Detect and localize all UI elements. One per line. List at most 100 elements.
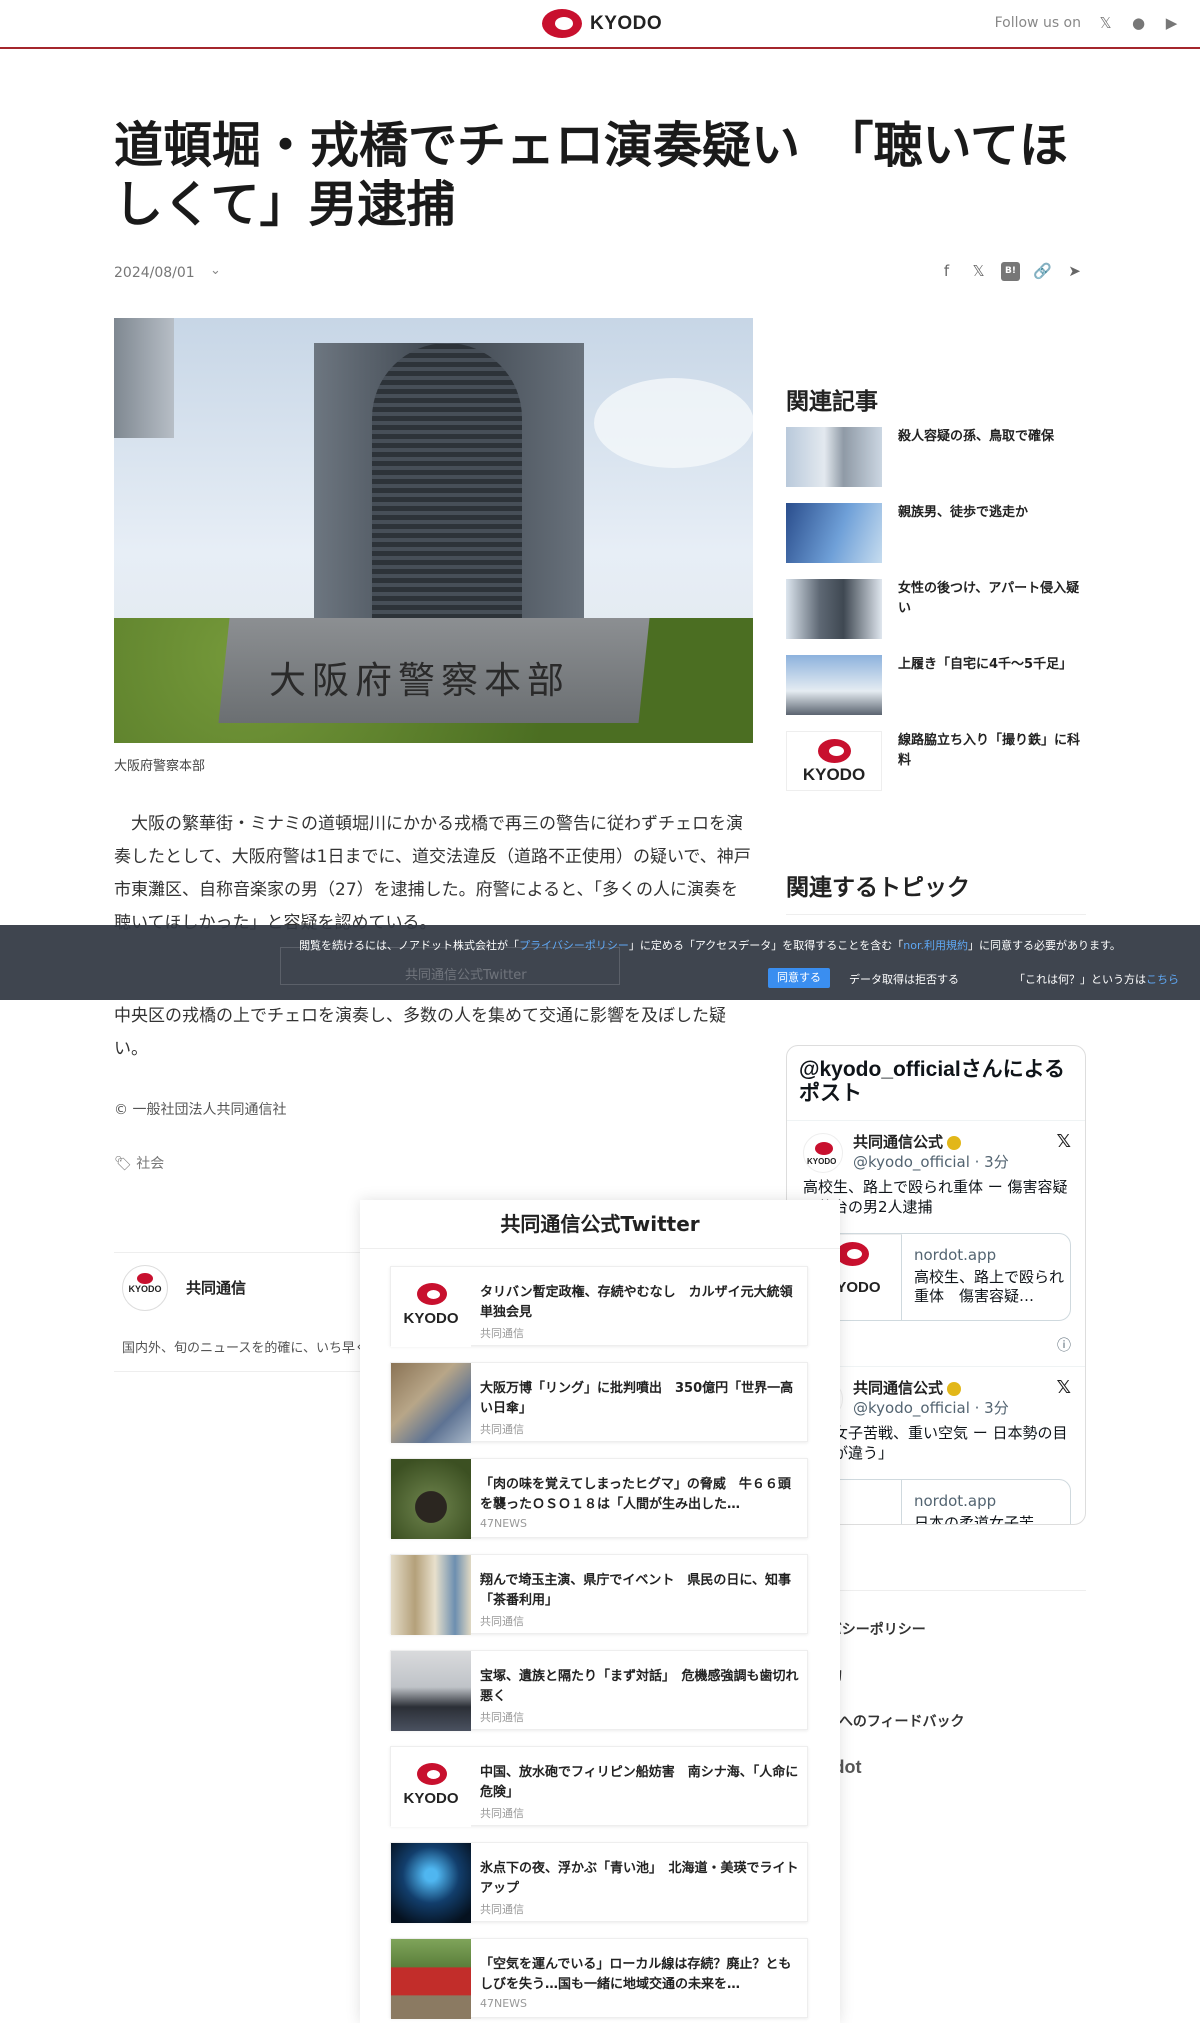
popup-item-source: 共同通信 [480, 1807, 524, 1820]
related-thumb [786, 579, 882, 639]
line-icon[interactable]: ● [1130, 14, 1147, 32]
accept-button[interactable]: 同意する [768, 968, 830, 988]
tweet-handle: @kyodo_official · 3分 [853, 1153, 1009, 1171]
popup-item[interactable]: KYODO 中国、放水砲でフィリピン船妨害 南シナ海、「人命に危険」 共同通信 [390, 1746, 808, 1827]
publisher-name: 共同通信 [186, 1279, 247, 1297]
cookie-consent-bar: 共同通信公式Twitter 閲覧を続けるには、ノアドット株式会社が「プライバシー… [0, 925, 1200, 1000]
what-is-this-link[interactable]: こちら [1146, 973, 1179, 986]
verified-badge-icon [947, 1135, 962, 1150]
card-site: nordot.app [914, 1246, 997, 1264]
copyright: © 一般社団法人共同通信社 [114, 1102, 287, 1118]
popup-thumb-kyodo-logo: KYODO [391, 1267, 471, 1347]
tweet-text: 高校生、路上で殴られ重体 ー 傷害容疑で仙台の男2人逮捕 [803, 1178, 1068, 1216]
photo-cloud [594, 378, 753, 468]
related-item[interactable]: 女性の後つけ、アパート侵入疑い [786, 579, 1086, 655]
popup-item[interactable]: 宝塚、遺族と隔たり「まず対話」 危機感強調も歯切れ悪く 共同通信 [390, 1650, 808, 1731]
topics-divider [786, 914, 1086, 915]
tweet-link-card[interactable]: nordot.app 日本の柔道女子苦 [803, 1479, 1071, 1525]
popup-item-title: 「肉の味を覚えてしまったヒグマ」の脅威 牛６６頭を襲ったＯＳＯ１８は「人間が生み… [480, 1477, 791, 1512]
popup-item[interactable]: 「空気を運んでいる」ローカル線は存続？廃止？ともしびを失う…国も一緒に地域交通の… [390, 1938, 808, 2019]
kyodo-logo[interactable]: KYODO [542, 9, 662, 38]
cookie-bar-underlay-text: 共同通信公式Twitter [405, 968, 527, 983]
tweet-handle: @kyodo_official · 3分 [853, 1399, 1009, 1417]
popup-thumb [391, 1555, 471, 1635]
info-icon[interactable]: ⓘ [1057, 1335, 1071, 1355]
card-title: 日本の柔道女子苦 [914, 1514, 1035, 1525]
publisher-description: 国内外、旬のニュースを的確に、いち早く [122, 1341, 364, 1356]
popup-item-title: タリバン暫定政権、存続やむなし カルザイ元大統領単独会見 [480, 1285, 793, 1320]
cookie-text-before: 閲覧を続けるには、ノアドット株式会社が「 [299, 939, 520, 952]
popup-thumb [391, 1459, 471, 1539]
hatena-bookmark-icon[interactable]: B! [1001, 262, 1020, 281]
popup-thumb [391, 1651, 471, 1731]
send-icon[interactable]: ➤ [1065, 262, 1084, 281]
tweet-avatar[interactable] [803, 1133, 843, 1173]
facebook-icon[interactable]: f [937, 262, 956, 281]
terms-link[interactable]: nor.利用規約 [903, 939, 968, 952]
card-site: nordot.app [914, 1492, 997, 1510]
popup-item-title: 中国、放水砲でフィリピン船妨害 南シナ海、「人命に危険」 [480, 1765, 799, 1800]
share-buttons: f 𝕏 B! 🔗 ➤ [937, 262, 1084, 281]
follow-us: Follow us on 𝕏 ● ▶ [995, 14, 1180, 32]
tweet-link-card[interactable]: KYODO nordot.app 高校生、路上で殴られ重体 傷害容疑… [803, 1233, 1071, 1321]
article-tag[interactable]: 🏷 社会 [114, 1153, 164, 1173]
youtube-icon[interactable]: ▶ [1163, 14, 1180, 32]
popup-item-source: 共同通信 [480, 1327, 524, 1340]
article-photo: 大阪府警察本部 [114, 318, 753, 743]
card-title: 高校生、路上で殴られ重体 傷害容疑… [914, 1268, 1065, 1305]
tweet-footer: 2 ⓘ [803, 1335, 1071, 1354]
popup-item-source: 共同通信 [480, 1615, 524, 1628]
article-date: 2024/08/01 [114, 265, 195, 281]
reject-data-button[interactable]: データ取得は拒否する [849, 971, 959, 987]
privacy-policy-link[interactable]: プライバシーポリシー [519, 939, 629, 952]
popup-item-source: 共同通信 [480, 1711, 524, 1724]
popup-item-title: 宝塚、遺族と隔たり「まず対話」 危機感強調も歯切れ悪く [480, 1669, 799, 1704]
popup-thumb [391, 1843, 471, 1923]
kyodo-logo-mark [542, 9, 582, 38]
popup-item-source: 47NEWS [480, 1517, 528, 1530]
x-share-icon[interactable]: 𝕏 [969, 262, 988, 281]
popup-item-title: 大阪万博「リング」に批判噴出 350億円「世界一高い日傘」 [480, 1381, 794, 1416]
cookie-text-after: 」に同意する必要があります。 [968, 939, 1121, 952]
related-item[interactable]: 殺人容疑の孫、鳥取で確保 [786, 427, 1086, 503]
article-meta: 2024/08/01 ⌄ f 𝕏 B! 🔗 ➤ [114, 262, 1084, 286]
x-logo-icon[interactable]: 𝕏 [1056, 1377, 1071, 1398]
link-icon[interactable]: 🔗 [1033, 262, 1052, 281]
popup-thumb [391, 1363, 471, 1443]
tag-icon: 🏷 [114, 1156, 137, 1172]
photo-side-building [114, 318, 174, 438]
chevron-down-icon[interactable]: ⌄ [210, 263, 221, 278]
popup-item-title: 氷点下の夜、浮かぶ「青い池」 北海道・美瑛でライトアップ [480, 1861, 799, 1896]
popup-item[interactable]: 大阪万博「リング」に批判噴出 350億円「世界一高い日傘」 共同通信 [390, 1362, 808, 1443]
related-list: 殺人容疑の孫、鳥取で確保 親族男、徒歩で逃走か 女性の後つけ、アパート侵入疑い … [786, 427, 1086, 807]
x-logo-icon[interactable]: 𝕏 [1056, 1131, 1071, 1152]
tweet-text: 柔道女子苦戦、重い空気 ー 日本勢の目の色が違う」 [803, 1424, 1068, 1462]
photo-caption: 大阪府警察本部 [114, 759, 206, 774]
tag-label: 社会 [136, 1156, 165, 1172]
related-item[interactable]: 上履き「自宅に4千～5千足」 [786, 655, 1086, 731]
x-icon[interactable]: 𝕏 [1097, 14, 1114, 32]
popup-item-title: 「空気を運んでいる」ローカル線は存続？廃止？ともしびを失う…国も一緒に地域交通の… [480, 1957, 792, 1992]
popup-item[interactable]: 翔んで埼玉主演、県庁でイベント 県民の日に、知事「茶番利用」 共同通信 [390, 1554, 808, 1635]
twitter-feed-popup: 共同通信公式Twitter KYODO タリバン暫定政権、存続やむなし カルザイ… [360, 1200, 840, 2023]
related-item[interactable]: KYODO 線路脇立ち入り「撮り鉄」に科料 [786, 731, 1086, 807]
popup-thumb-kyodo-logo: KYODO [391, 1747, 471, 1827]
popup-item-title: 翔んで埼玉主演、県庁でイベント 県民の日に、知事「茶番利用」 [480, 1573, 791, 1608]
tweet-author[interactable]: 共同通信公式 [853, 1377, 962, 1398]
related-heading: 関連記事 [786, 389, 878, 415]
tweet-author[interactable]: 共同通信公式 [853, 1131, 962, 1152]
twitter-embed-heading: @kyodo_officialさんによるポスト [799, 1058, 1066, 1105]
topics-heading: 関連するトピック [786, 875, 970, 901]
popup-item[interactable]: 氷点下の夜、浮かぶ「青い池」 北海道・美瑛でライトアップ 共同通信 [390, 1842, 808, 1923]
cookie-text-middle: 」に定める「アクセスデータ」を取得することを含む「 [628, 939, 904, 952]
follow-label: Follow us on [994, 15, 1081, 31]
publisher-card[interactable]: KYODO 共同通信 国内外、旬のニュースを的確に、いち早く [114, 1252, 364, 1372]
popup-item-source: 共同通信 [480, 1423, 524, 1436]
popup-item[interactable]: 「肉の味を覚えてしまったヒグマ」の脅威 牛６６頭を襲ったＯＳＯ１８は「人間が生み… [390, 1458, 808, 1539]
related-item[interactable]: 親族男、徒歩で逃走か [786, 503, 1086, 579]
popup-item[interactable]: KYODO タリバン暫定政権、存続やむなし カルザイ元大統領単独会見 共同通信 [390, 1266, 808, 1347]
logo-text: KYODO [590, 12, 663, 34]
photo-police-building [314, 343, 584, 633]
article-body-continued: 中央区の戎橋の上でチェロを演奏し、多数の人を集めて交通に影響を及ぼした疑い。 [114, 1006, 726, 1059]
related-thumb [786, 427, 882, 487]
